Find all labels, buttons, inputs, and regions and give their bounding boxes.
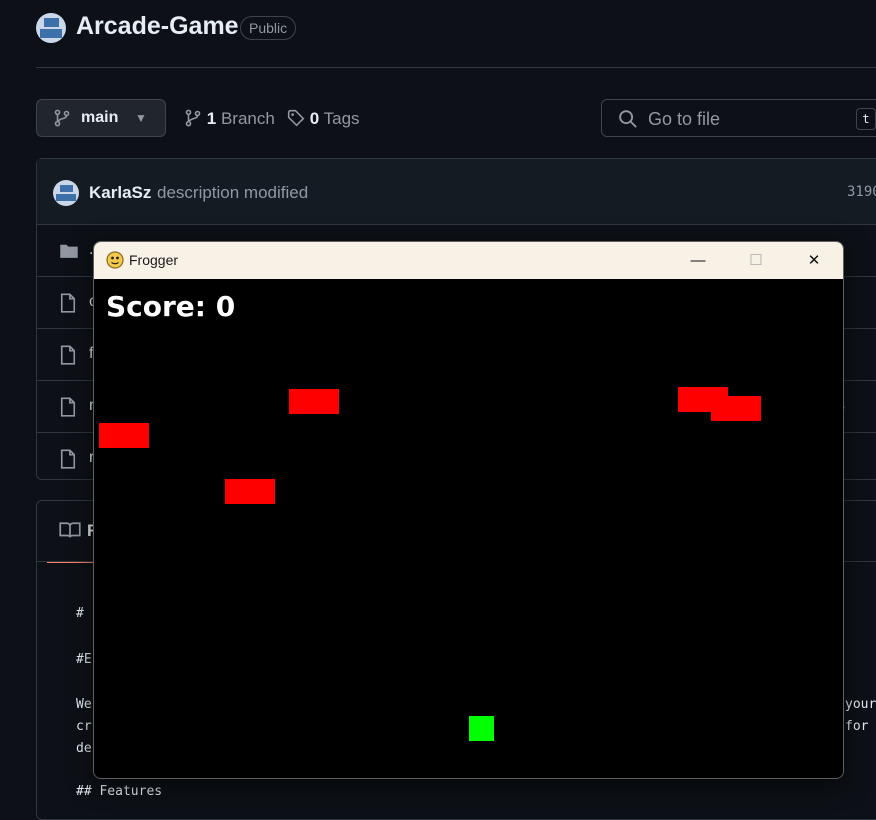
car-obstacle: [711, 396, 761, 421]
commit-message-link[interactable]: description modified: [157, 183, 308, 203]
file-icon: [60, 345, 76, 365]
readme-line-fragment: your: [845, 697, 876, 712]
branch-label: Branch: [220, 109, 275, 128]
frogger-window: Frogger — ☐ ✕ Score: 0: [93, 241, 844, 779]
car-obstacle: [99, 423, 149, 448]
file-icon: [60, 397, 76, 417]
commit-author-avatar[interactable]: [53, 180, 79, 206]
readme-line: We: [76, 697, 92, 712]
close-icon: ✕: [807, 252, 821, 269]
git-branch-icon: [54, 109, 70, 127]
readme-line: cr: [76, 719, 92, 734]
repo-owner-avatar[interactable]: [36, 13, 66, 43]
readme-line: de: [76, 741, 92, 756]
file-icon: [60, 293, 76, 313]
branches-link[interactable]: 1 Branch: [184, 109, 275, 129]
close-button[interactable]: ✕: [785, 242, 843, 279]
window-titlebar[interactable]: Frogger — ☐ ✕: [94, 242, 843, 279]
branch-count: 1: [206, 109, 217, 128]
frog-player: [469, 716, 494, 741]
readme-line-fragment: for: [845, 719, 869, 734]
window-title: Frogger: [129, 252, 179, 268]
car-obstacle: [225, 479, 275, 504]
pygame-snake-icon: [106, 251, 124, 269]
branch-selector-button[interactable]: main ▼: [36, 99, 166, 137]
go-to-file-input[interactable]: [646, 108, 840, 130]
repo-name-link[interactable]: Arcade-Game: [76, 12, 239, 41]
tag-icon: [287, 109, 305, 127]
book-icon: [59, 522, 81, 538]
git-branch-icon: [185, 109, 201, 127]
readme-line: ## Features: [76, 784, 163, 799]
header-divider: [36, 67, 876, 68]
car-obstacle: [289, 389, 339, 414]
visibility-badge: Public: [240, 16, 297, 40]
chevron-down-icon: ▼: [135, 111, 147, 125]
maximize-button[interactable]: ☐: [727, 242, 785, 279]
commit-hash-link[interactable]: 3190: [847, 184, 876, 200]
readme-line: #E: [76, 652, 92, 667]
tag-count: 0: [309, 109, 320, 128]
minimize-icon: —: [690, 252, 706, 269]
go-to-file-search[interactable]: t: [601, 99, 876, 137]
search-icon: [619, 110, 637, 128]
tag-label: Tags: [323, 109, 360, 128]
readme-line: #: [76, 606, 84, 621]
minimize-button[interactable]: —: [669, 242, 727, 279]
branch-name: main: [81, 109, 119, 126]
commit-author-link[interactable]: KarlaSz: [89, 183, 151, 203]
folder-icon: [60, 244, 78, 258]
score-display: Score: 0: [106, 290, 236, 323]
game-canvas[interactable]: Score: 0: [94, 279, 843, 778]
maximize-icon: ☐: [749, 252, 763, 269]
latest-commit-row: KarlaSz description modified 3190: [37, 159, 876, 225]
keyboard-shortcut-hint: t: [856, 108, 876, 130]
tags-link[interactable]: 0 Tags: [287, 109, 360, 129]
file-icon: [60, 449, 76, 469]
